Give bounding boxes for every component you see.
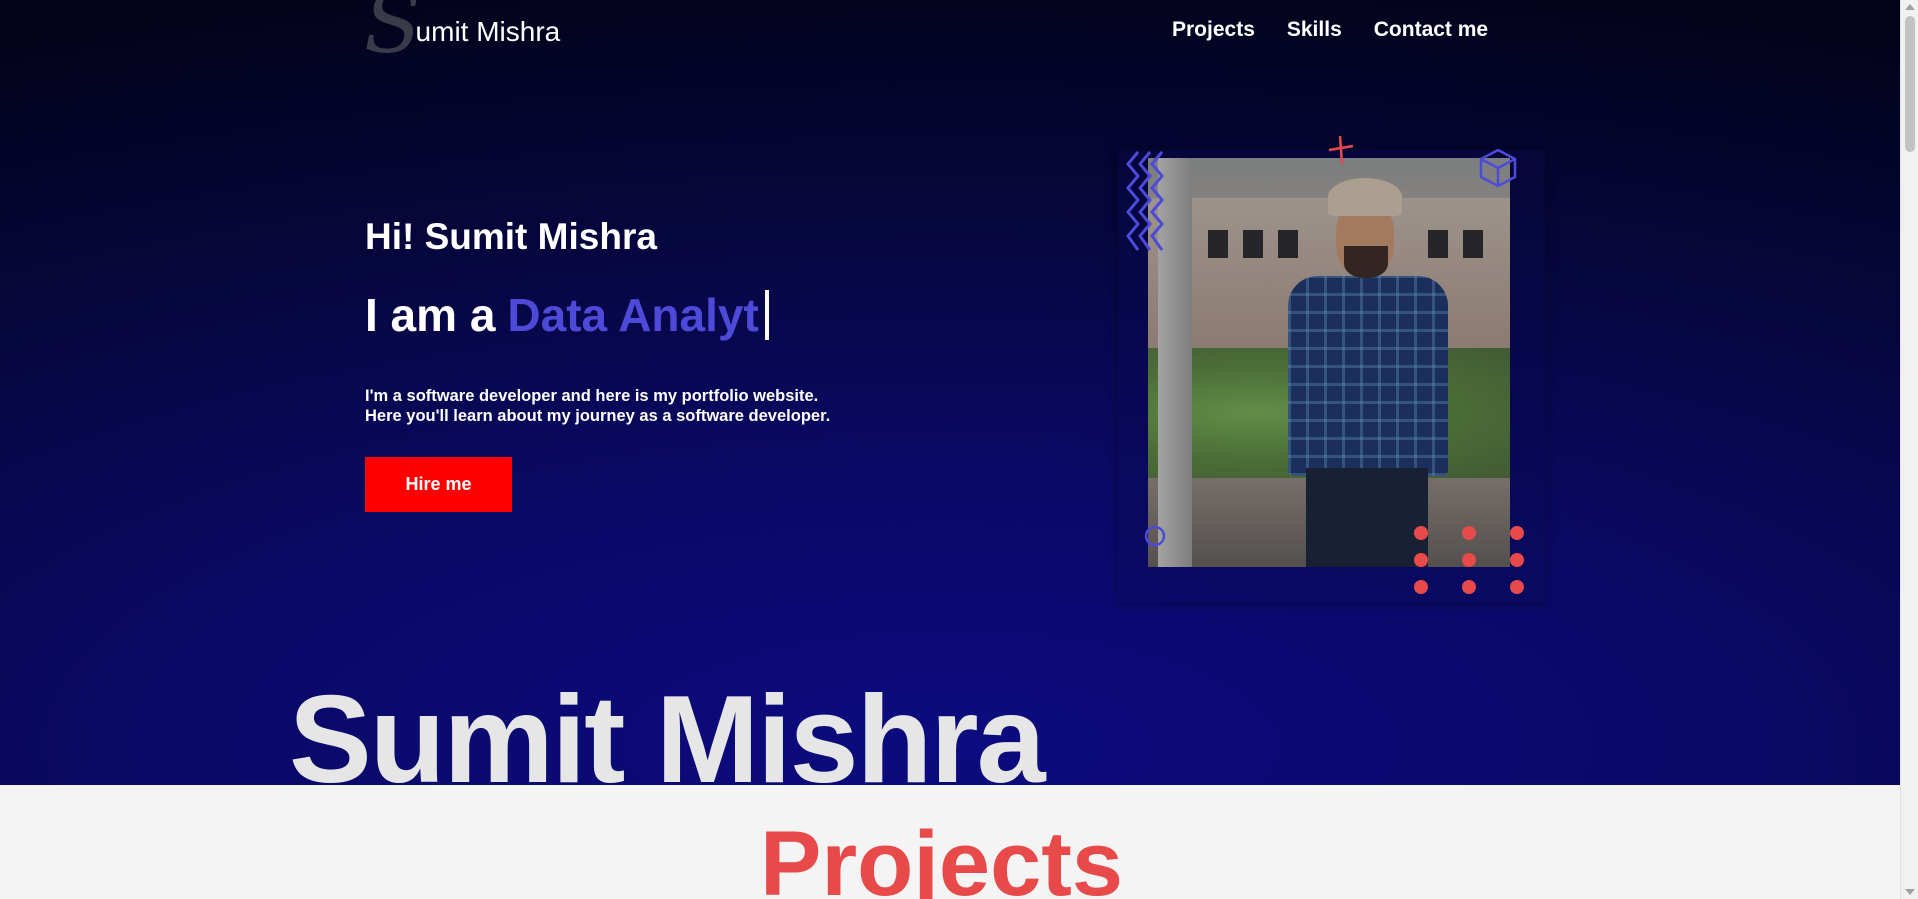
intro-line-1: I'm a software developer and here is my … [365, 387, 819, 405]
dot-grid-icon [1414, 526, 1524, 594]
logo-initial: S [364, 0, 422, 72]
logo-text: umit Mishra [415, 16, 561, 47]
page-scrollbar[interactable] [1900, 0, 1918, 899]
scroll-thumb[interactable] [1905, 16, 1915, 152]
zigzag-icon [1126, 151, 1164, 251]
site-logo[interactable]: S umit Mishra [364, 0, 560, 68]
projects-heading: Projects [760, 813, 1124, 899]
hire-me-button[interactable]: Hire me [365, 457, 512, 512]
hero-intro: I'm a software developer and here is my … [365, 386, 830, 426]
nav-projects[interactable]: Projects [1172, 18, 1255, 42]
profile-photo [1148, 158, 1510, 567]
role-prefix: I am a [365, 289, 496, 341]
hero-role: I am a Data Analyt [365, 288, 769, 342]
plus-icon [1328, 135, 1354, 165]
role-typed-word: Data Analyt [507, 289, 759, 341]
circle-icon [1144, 525, 1166, 547]
scroll-up-icon[interactable] [1905, 4, 1915, 10]
background-name-text: Sumit Mishra [289, 671, 1046, 809]
intro-line-2: Here you'll learn about my journey as a … [365, 407, 831, 425]
hero-section: S umit Mishra Projects Skills Contact me… [0, 0, 1900, 785]
nav-skills[interactable]: Skills [1287, 18, 1342, 42]
main-nav: Projects Skills Contact me [1172, 18, 1488, 42]
cube-icon [1479, 148, 1517, 188]
scroll-down-icon[interactable] [1905, 889, 1915, 895]
nav-contact[interactable]: Contact me [1374, 18, 1488, 42]
hero-greeting: Hi! Sumit Mishra [365, 216, 657, 257]
typing-cursor [764, 290, 769, 340]
